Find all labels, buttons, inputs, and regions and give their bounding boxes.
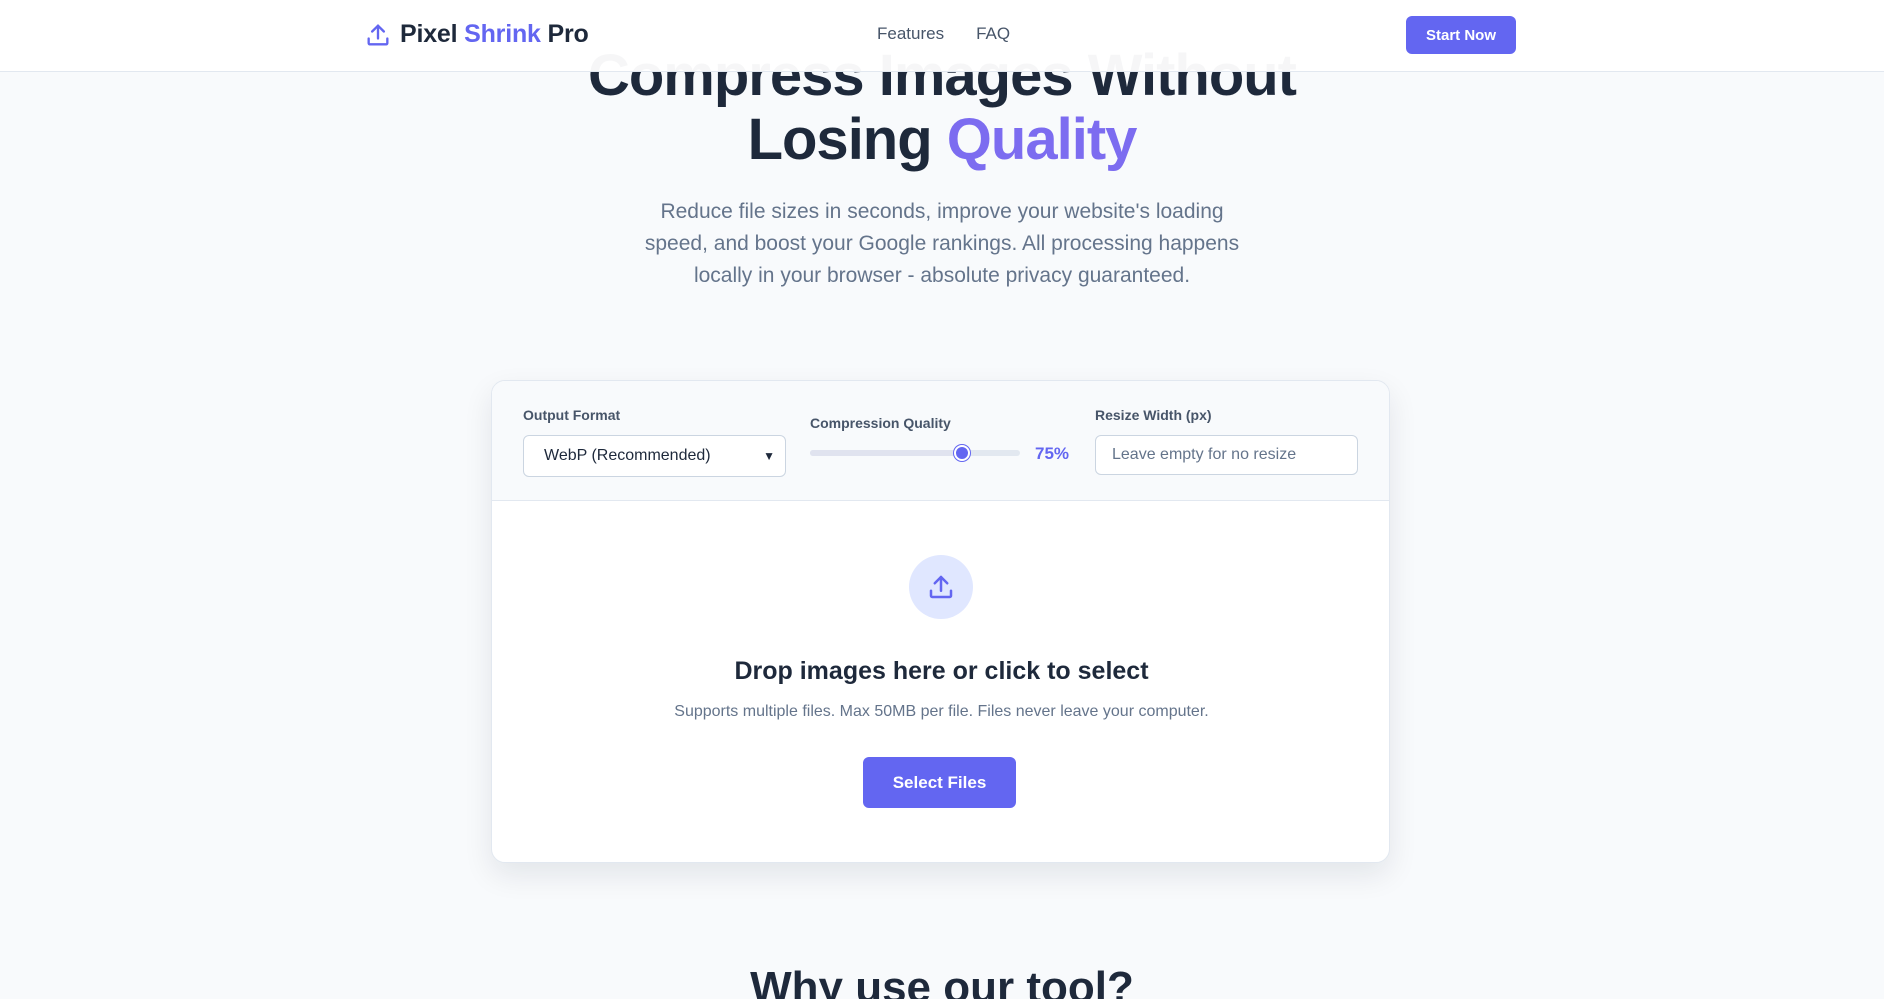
start-now-button[interactable]: Start Now	[1406, 16, 1516, 54]
output-format-value: WebP (Recommended)	[544, 447, 711, 464]
hero-subtitle: Reduce file sizes in seconds, improve yo…	[644, 200, 1240, 287]
logo-word-pixel: Pixel	[400, 20, 458, 48]
nav-link-features[interactable]: Features	[877, 24, 944, 44]
settings-bar: Output Format WebP (Recommended) ▼ Compr…	[492, 381, 1389, 501]
site-header: Pixel Shrink Pro Features FAQ Start Now	[0, 0, 1884, 72]
dropzone-subtitle: Supports multiple files. Max 50MB per fi…	[674, 703, 1209, 720]
logo[interactable]: Pixel Shrink Pro	[364, 20, 589, 49]
main-nav: Features FAQ	[877, 24, 1010, 44]
upload-logo-icon	[367, 24, 389, 45]
upload-icon	[929, 575, 953, 599]
compression-quality-label: Compression Quality	[810, 415, 951, 431]
output-format-select[interactable]: WebP (Recommended) ▼	[523, 435, 786, 477]
chevron-down-icon: ▼	[763, 449, 775, 463]
logo-word-shrink: Shrink	[464, 20, 541, 48]
hero-title-line-2: Losing Quality	[0, 108, 1884, 172]
dropzone-title: Drop images here or click to select	[734, 657, 1149, 685]
resize-width-input[interactable]	[1095, 435, 1358, 475]
why-section-title: Why use our tool?	[750, 963, 1134, 999]
logo-word-pro: Pro	[547, 20, 589, 48]
hero-title-accent: Quality	[946, 107, 1138, 172]
select-files-button[interactable]: Select Files	[863, 757, 1016, 808]
hero-title-plain: Losing	[747, 107, 933, 172]
logo-text: Pixel Shrink Pro	[400, 20, 589, 49]
resize-width-label: Resize Width (px)	[1095, 407, 1212, 423]
slider-thumb[interactable]	[953, 445, 970, 461]
dropzone[interactable]: Drop images here or click to select Supp…	[492, 501, 1389, 862]
compression-quality-slider[interactable]	[810, 445, 1020, 461]
compression-quality-value: 75%	[1035, 444, 1070, 463]
output-format-label: Output Format	[523, 407, 621, 423]
compressor-card: Output Format WebP (Recommended) ▼ Compr…	[491, 380, 1390, 863]
nav-link-faq[interactable]: FAQ	[976, 24, 1010, 44]
upload-icon-circle	[909, 555, 973, 619]
page: Compress Images Without Losing Quality R…	[0, 0, 1884, 999]
slider-fill	[810, 450, 962, 456]
